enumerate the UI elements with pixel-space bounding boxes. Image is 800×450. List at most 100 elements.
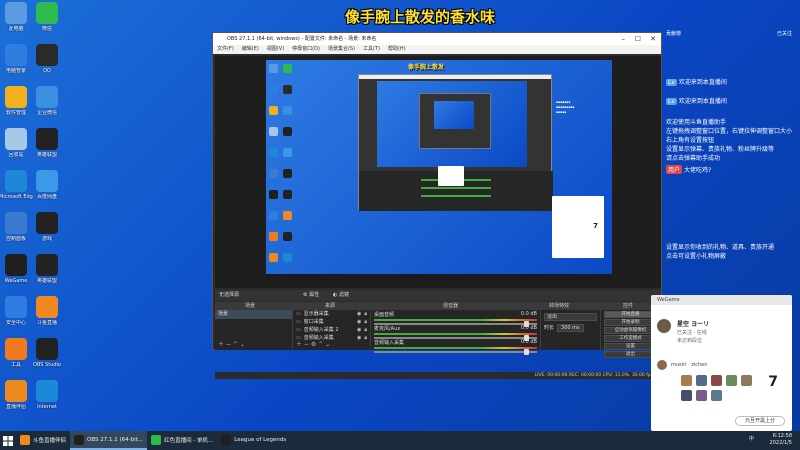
desktop-icon[interactable]: 微信 — [30, 2, 64, 32]
desktop-icon[interactable]: 英雄联盟 — [30, 128, 64, 158]
taskbar-app[interactable]: 斗鱼直播伴侣 — [16, 431, 70, 450]
champion-icon — [696, 390, 707, 401]
visibility-eye-icon[interactable]: ◉ — [357, 310, 361, 318]
player-avatar[interactable] — [657, 319, 671, 333]
app-icon — [5, 128, 27, 150]
control-button[interactable]: 开始录制 — [604, 319, 657, 326]
preview-desktop-icon — [269, 253, 278, 262]
source-item[interactable]: ▭ 显示器采集 ◉ 🔒︎ — [293, 310, 370, 318]
lock-icon[interactable]: 🔒︎ — [364, 318, 370, 326]
app-icon — [36, 296, 58, 318]
contribution-tab[interactable]: 贡献榜 — [666, 30, 681, 37]
lock-icon[interactable]: 🔒︎ — [364, 334, 370, 342]
app-icon — [36, 86, 58, 108]
desktop-icon[interactable]: Internet — [30, 380, 64, 410]
control-button[interactable]: 开始直播 — [604, 311, 657, 318]
taskbar-app[interactable]: League of Legends — [217, 431, 290, 450]
taskbar-app-label: OBS 27.1.1 (64-bit... — [87, 436, 144, 443]
obs-preview[interactable]: 像手腕上散发 7 ▪▪▪▪▪▪▪ ▪▪▪▪▪▪▪▪▪ ▪▪▪▪▪ — [215, 56, 661, 288]
preview-desktop-icon — [283, 127, 292, 136]
clock-time: 6:12:58 — [772, 433, 792, 439]
desktop-icon[interactable]: 工具 — [0, 338, 33, 368]
desktop-icon[interactable]: WeGame — [0, 254, 33, 284]
desktop-icon[interactable]: 企业微信 — [30, 86, 64, 116]
obs-title-bar[interactable]: OBS 27.1.1 (64-bit, windows) - 配置文件: 未命名… — [213, 33, 661, 45]
volume-slider[interactable] — [374, 321, 537, 327]
system-tray[interactable]: 中 6:12:58 2022/1/5 — [749, 433, 792, 447]
taskbar-app[interactable]: OBS 27.1.1 (64-bit... — [70, 431, 148, 450]
source-item[interactable]: ▭ 窗口采集 ◉ 🔒︎ — [293, 318, 370, 326]
menu-item[interactable]: 停靠窗口(D) — [292, 45, 320, 54]
nested-obs-window — [358, 74, 553, 211]
ime-indicator[interactable]: 中 — [749, 436, 754, 443]
maximize-button[interactable]: ☐ — [635, 33, 641, 45]
desktop-icon[interactable]: 电脑管家 — [0, 44, 33, 74]
desktop-icon[interactable]: Microsoft Edge — [0, 170, 33, 200]
menu-item[interactable]: 帮助(H) — [388, 45, 406, 54]
lock-icon[interactable]: 🔒︎ — [364, 310, 370, 318]
visibility-eye-icon[interactable]: ◉ — [357, 334, 361, 342]
desktop-icon[interactable]: QQ — [30, 44, 64, 74]
friend-avatar[interactable] — [657, 360, 667, 370]
menu-item[interactable]: 文件(F) — [217, 45, 234, 54]
channel-name: 桌面音频 — [374, 312, 395, 318]
scene-item[interactable]: 场景 — [215, 310, 292, 319]
desktop-icon[interactable]: 此电脑 — [0, 2, 33, 32]
preview-desktop-icon — [269, 127, 278, 136]
desktop-icon[interactable]: 百度网盘 — [30, 170, 64, 200]
volume-slider[interactable] — [374, 349, 537, 355]
menu-item[interactable]: 工具(T) — [363, 45, 380, 54]
taskbar-app-icon — [20, 434, 30, 445]
taskbar-app-label: League of Legends — [234, 436, 287, 443]
chat-text: 大佬吃鸡? — [684, 167, 712, 174]
champion-icon — [696, 375, 707, 386]
volume-slider[interactable] — [374, 335, 537, 341]
desktop-icon[interactable]: 直播伴侣 — [0, 380, 33, 410]
visibility-eye-icon[interactable]: ◉ — [357, 318, 361, 326]
champion-icon — [711, 375, 722, 386]
app-icon — [36, 128, 58, 150]
filters-button[interactable]: ◐ 滤镜 — [333, 290, 349, 301]
transition-select[interactable]: 淡出 — [544, 313, 597, 321]
chat-text: 点击可设置小礼物屏蔽 — [666, 253, 727, 260]
lock-icon[interactable]: 🔒︎ — [364, 326, 370, 334]
start-button[interactable] — [0, 431, 16, 450]
desktop-icon-label: 百度网盘 — [36, 194, 57, 200]
taskbar-apps: 斗鱼直播伴侣 OBS 27.1.1 (64-bit... 红色直播间 - 单机...… — [16, 431, 290, 450]
desktop-icon[interactable]: 安全中心 — [0, 296, 33, 326]
desktop-icon[interactable]: 软件管理 — [0, 86, 33, 116]
properties-button[interactable]: ⚙ 属性 — [303, 290, 319, 301]
menu-item[interactable]: 视图(V) — [267, 45, 284, 54]
obs-window[interactable]: OBS 27.1.1 (64-bit, windows) - 配置文件: 未命名… — [212, 32, 662, 379]
desktop-icon[interactable]: 控制面板 — [0, 212, 33, 242]
source-item[interactable]: ▭ 音频输入采集 2 ◉ 🔒︎ — [293, 326, 370, 334]
scene-controls[interactable]: ＋ − ⌃ ⌄ — [218, 339, 245, 348]
control-button[interactable]: 工作室模式 — [604, 335, 657, 342]
desktop-icon[interactable]: 英雄联盟 — [30, 254, 64, 284]
menu-item[interactable]: 场景集合(S) — [328, 45, 355, 54]
mixer-dock: 桌面音频 0.0 dB 麦克风/Aux 0.0 dB 音频输入采集 0.0 dB — [371, 310, 541, 355]
desktop-icon[interactable]: 游戏 — [30, 212, 64, 242]
close-button[interactable]: ✕ — [650, 33, 656, 45]
chat-text: 右上角有设置按钮 — [666, 137, 715, 144]
source-controls[interactable]: ＋ − ⚙ ⌃ ⌄ — [296, 339, 330, 348]
app-icon — [36, 2, 58, 24]
wegame-popup[interactable]: WeGame 星空 ヨーリ 已关注 · 在线 未达到段位 musiri · zi… — [651, 295, 792, 431]
visibility-eye-icon[interactable]: ◉ — [357, 326, 361, 334]
menu-item[interactable]: 编辑(E) — [242, 45, 259, 54]
taskbar-app[interactable]: 红色直播间 - 单机... — [147, 431, 217, 450]
desktop-icon[interactable]: 回收站 — [0, 128, 33, 158]
desktop-icon[interactable]: OBS Studio — [30, 338, 64, 368]
minimize-button[interactable]: – — [622, 33, 626, 45]
desktop-icon[interactable]: 斗鱼直播 — [30, 296, 64, 326]
chat-message: 点击可设置小礼物屏蔽 — [666, 251, 796, 260]
control-button[interactable]: 设置 — [604, 343, 657, 350]
control-button[interactable]: 启动虚拟摄像机 — [604, 327, 657, 334]
chat-text: 设置显示你收到的礼物、道具、贵族开通 — [666, 244, 775, 251]
desktop-icon-label: 软件管理 — [5, 110, 26, 116]
transitions-dock-title: 转场特效 — [549, 303, 570, 309]
duration-input[interactable]: 300 ms — [557, 324, 584, 332]
chat-text: 欢迎来到本直播间 — [678, 79, 727, 86]
control-button[interactable]: 退出 — [604, 351, 657, 358]
rank-up-button[interactable]: 元旦开黑上分 — [735, 416, 785, 426]
